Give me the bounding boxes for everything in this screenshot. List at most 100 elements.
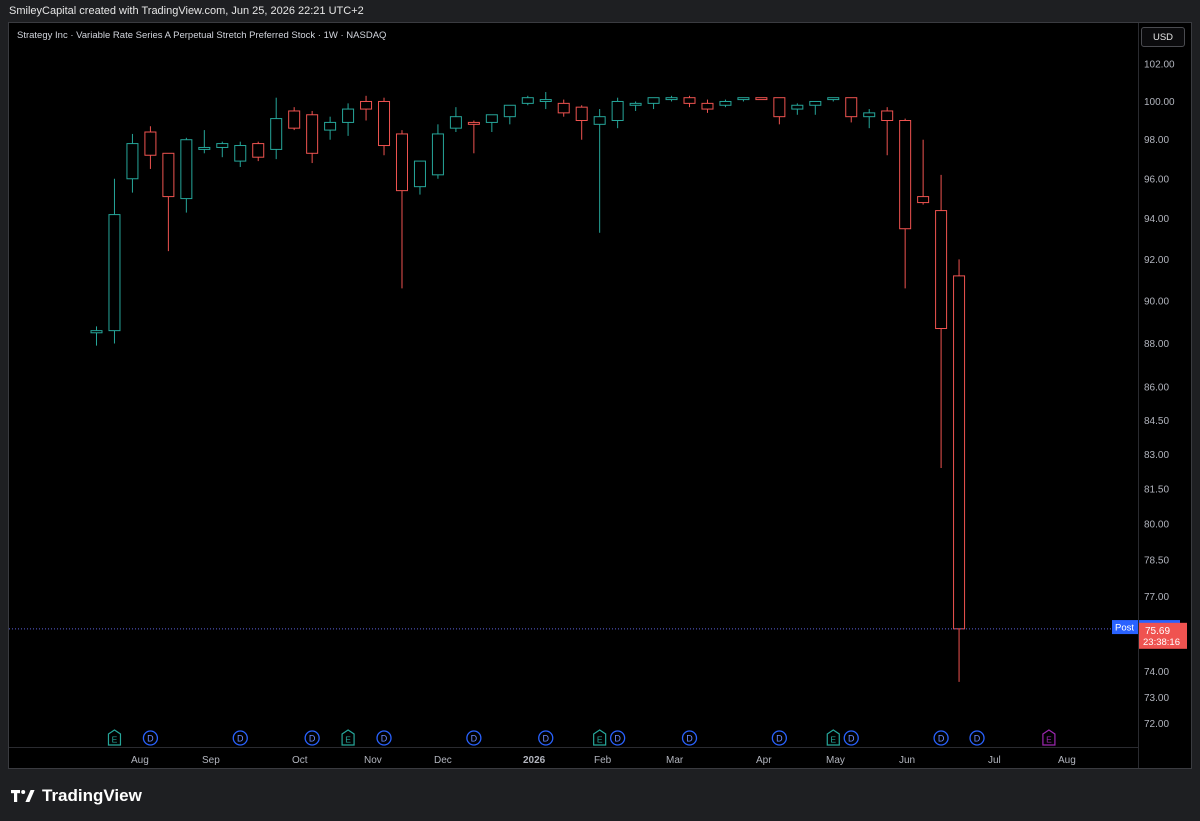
chart-credit: SmileyCapital created with TradingView.c… — [9, 5, 364, 17]
candle-body — [755, 97, 768, 101]
time-tick-label: Apr — [756, 755, 772, 766]
price-tick-label: 78.50 — [1144, 555, 1169, 566]
dividend-marker-label: D — [237, 734, 244, 744]
time-tick-label: Sep — [202, 755, 220, 766]
candle-body — [647, 97, 660, 104]
dividend-marker-label: D — [776, 734, 783, 744]
candle-body — [791, 104, 804, 110]
candle-body — [665, 97, 678, 101]
price-tick-label: 100.00 — [1144, 97, 1175, 108]
candle-body — [557, 102, 570, 114]
earnings-marker-label: E — [1046, 735, 1052, 745]
time-tick-label: Aug — [1058, 755, 1076, 766]
candle-body — [252, 143, 265, 158]
time-tick-label: Feb — [594, 755, 612, 766]
symbol-title: Strategy Inc · Variable Rate Series A Pe… — [17, 30, 387, 41]
price-tick-label: 81.50 — [1144, 484, 1169, 495]
candle-body — [935, 210, 948, 330]
earnings-marker-label: E — [597, 735, 603, 745]
candle-body — [881, 110, 894, 122]
candle-body — [485, 114, 498, 123]
last-price-value: 75.69 — [1145, 626, 1170, 637]
candle-body — [108, 214, 121, 332]
candle-body — [324, 121, 337, 131]
candle-body — [899, 120, 912, 230]
candle-body — [395, 133, 408, 192]
time-tick-label: Dec — [434, 755, 452, 766]
chart-canvas[interactable]: 102.00 100.00 98.00 96.00 94.00 92.00 90.00 88.… — [9, 23, 1192, 769]
candle-body — [90, 330, 103, 334]
candle-body — [234, 145, 247, 162]
time-tick-label: May — [826, 755, 845, 766]
time-tick-label: Jun — [899, 755, 915, 766]
dividend-marker-label: D — [614, 734, 621, 744]
candle-body — [216, 143, 229, 148]
candle-body — [467, 121, 480, 125]
candle-body — [162, 152, 175, 198]
price-scale-divider — [1138, 23, 1139, 768]
branding-text: TradingView — [42, 786, 142, 805]
candle-body — [809, 100, 822, 106]
candle-body — [593, 116, 606, 125]
time-scale-divider — [9, 747, 1138, 748]
branding[interactable]: TradingView — [10, 786, 142, 806]
price-tick-label: 86.00 — [1144, 383, 1169, 394]
dividend-marker-label: D — [543, 734, 550, 744]
price-tick-label: 94.00 — [1144, 214, 1169, 225]
time-tick-label: Nov — [364, 755, 382, 766]
price-tick-label: 96.00 — [1144, 174, 1169, 185]
candle-body — [180, 139, 193, 200]
dividend-marker-label: D — [686, 734, 693, 744]
candle-body — [719, 100, 732, 106]
candle-body — [521, 97, 534, 104]
candle-body — [611, 100, 624, 122]
price-tick-label: 77.00 — [1144, 592, 1169, 603]
candle-body — [431, 133, 444, 176]
earnings-marker-label: E — [830, 735, 836, 745]
price-tick-label: 72.00 — [1144, 719, 1169, 730]
candle-body — [863, 112, 876, 118]
tradingview-logo-icon — [11, 790, 35, 802]
candle-body — [378, 100, 391, 147]
price-tick-label: 84.50 — [1144, 416, 1169, 427]
candle-body — [845, 97, 858, 118]
price-tick-label: 88.00 — [1144, 339, 1169, 350]
candle-body — [629, 102, 642, 106]
candle-body — [575, 106, 588, 122]
candle-body — [449, 116, 462, 129]
candle-body — [539, 99, 552, 102]
time-tick-label: Aug — [131, 755, 149, 766]
dividend-marker-label: D — [848, 734, 855, 744]
candle-body — [737, 97, 750, 101]
price-tick-label: 92.00 — [1144, 255, 1169, 266]
candle-body — [198, 146, 211, 150]
time-tick-label: Mar — [666, 755, 684, 766]
price-tick-label: 73.00 — [1144, 693, 1169, 704]
earnings-marker-label: E — [112, 735, 118, 745]
countdown-value: 23:38:16 — [1143, 637, 1180, 648]
dividend-marker-label: D — [309, 734, 316, 744]
currency-button[interactable]: USD — [1141, 27, 1185, 47]
dividend-marker-label: D — [381, 734, 388, 744]
candle-body — [701, 102, 714, 110]
candle-body — [288, 110, 301, 129]
dividend-marker-label: D — [471, 734, 478, 744]
candle-body — [360, 100, 373, 110]
candle-body — [270, 118, 283, 150]
candle-body — [144, 131, 157, 156]
dividend-marker-label: D — [938, 734, 945, 744]
dividend-marker-label: D — [147, 734, 154, 744]
candle-body — [503, 104, 516, 118]
time-tick-label: Oct — [292, 755, 308, 766]
candle-body — [953, 275, 966, 630]
price-tick-label: 98.00 — [1144, 135, 1169, 146]
candle-body — [827, 97, 840, 101]
time-tick-label: Jul — [988, 755, 1001, 766]
candle-body — [413, 160, 426, 188]
post-label-text: Post — [1115, 623, 1134, 634]
chart-panel[interactable]: 102.00 100.00 98.00 96.00 94.00 92.00 90.00 88.… — [8, 22, 1192, 769]
candle-body — [917, 196, 930, 204]
price-tick-label: 74.00 — [1144, 667, 1169, 678]
dividend-marker-label: D — [974, 734, 981, 744]
price-tick-label: 90.00 — [1144, 296, 1169, 307]
